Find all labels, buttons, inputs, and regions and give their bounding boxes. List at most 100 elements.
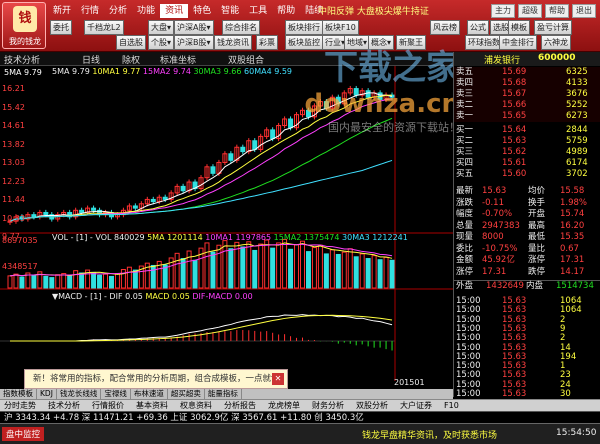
bid-price: 15.63 (502, 136, 527, 146)
window-control-2[interactable]: 帮助 (545, 4, 569, 18)
toolbar-button-19[interactable]: 公式 (467, 20, 489, 35)
tab-exright[interactable]: 除权 (122, 53, 140, 66)
app-logo[interactable]: 钱 我的钱龙 (2, 2, 46, 49)
toolbar-button-8[interactable]: 钱龙资讯 (214, 35, 252, 50)
volume-bar (103, 273, 109, 289)
logo-glyph: 钱 (13, 6, 37, 32)
indicator-tab-6[interactable]: 能量指标 (205, 389, 242, 399)
ask-row: 卖三 15.67 3676 (454, 89, 600, 100)
monitor-button[interactable]: 盘中监控 (2, 427, 45, 441)
legend-ma60: 60MA4 9.59 (244, 67, 293, 76)
toolbar-button-3[interactable]: 沪深A股▾ (174, 20, 214, 35)
indicator-tab-1[interactable]: KDJ (37, 389, 57, 399)
toolbar-button-1[interactable]: 千档龙L2 (84, 20, 124, 35)
price-legend-ma5: 5MA 9.79 (4, 68, 42, 77)
window-control-0[interactable]: 主力 (491, 4, 515, 18)
stat-value: 2947383 (482, 220, 520, 231)
stat-label: 委比 (456, 243, 474, 254)
volume-bar (97, 274, 103, 289)
menu-item-4[interactable]: 资讯 (160, 4, 189, 18)
menu-item-5[interactable]: 特色 (188, 4, 216, 18)
candle (180, 185, 186, 192)
bid-price: 15.61 (502, 158, 527, 168)
volume-bar (43, 275, 49, 289)
toolbar-button-11[interactable]: 板块F10 (322, 20, 359, 35)
volume-bar (79, 272, 85, 289)
candle (132, 205, 138, 209)
toolbar-button-2[interactable]: 大盘▾ (148, 20, 175, 35)
window-control-3[interactable]: 退出 (572, 4, 596, 18)
volume-bar (126, 266, 132, 289)
price-tick-5: 12.23 (2, 176, 25, 186)
candle (270, 129, 276, 140)
volume-bar (311, 247, 317, 289)
legend-vol-ma5: 5MA 1201114 (147, 233, 203, 242)
news-headline[interactable]: 中阳反弹 大盘极尖爆牛持证 (318, 4, 429, 17)
toolbar-button-18[interactable]: 环球指数 (465, 35, 503, 50)
stock-name: 浦发银行 (484, 56, 521, 66)
window-control-1[interactable]: 超级 (518, 4, 542, 18)
candle (305, 109, 311, 118)
toolbar-button-15[interactable]: 概念▾ (368, 35, 395, 50)
candle (79, 209, 85, 213)
stat-row: 涨停 17.31 跌停 14.17 (454, 267, 600, 278)
toolbar-button-6[interactable]: 自选股 (116, 35, 146, 50)
menu-item-3[interactable]: 功能 (132, 4, 160, 18)
tab-coordinate[interactable]: 标准坐标 (160, 53, 196, 66)
toolbar-button-21[interactable]: 模板 (508, 20, 530, 35)
toolbar-button-10[interactable]: 板块排行 (285, 20, 323, 35)
toolbar-button-14[interactable]: 地域▾ (344, 35, 371, 50)
toolbar-button-5[interactable]: 沪深B股▾ (174, 35, 214, 50)
close-icon[interactable]: ✕ (272, 373, 284, 385)
tab-technical[interactable]: 技术分析 (4, 53, 40, 66)
outer-label: 外盘 (456, 281, 474, 291)
stock-code: 600000 (538, 53, 576, 63)
ask-label: 卖四 (456, 78, 474, 88)
stat-label: 量比 (528, 243, 546, 254)
ma15-line (9, 98, 393, 222)
toolbar-button-0[interactable]: 委托 (50, 20, 72, 35)
toolbar-button-16[interactable]: 新聚王 (396, 35, 426, 50)
ask-volume: 5252 (566, 100, 588, 110)
volume-bar (347, 248, 353, 289)
toolbar-button-12[interactable]: 板块监控 (285, 35, 323, 50)
tab-daily[interactable]: 日线 (82, 53, 100, 66)
bid-row: 买二 15.63 5759 (454, 136, 600, 147)
menu-item-1[interactable]: 行情 (76, 4, 104, 18)
toolbar-button-4[interactable]: 个股▾ (148, 35, 175, 50)
menu-item-2[interactable]: 分析 (104, 4, 132, 18)
indicator-tab-3[interactable]: 宝禄线 (101, 389, 131, 399)
menu-item-0[interactable]: 新开 (48, 4, 76, 18)
indicator-tab-5[interactable]: 超买超卖 (168, 389, 205, 399)
ask-volume: 6325 (566, 67, 588, 77)
candle (43, 211, 49, 216)
indicator-tab-4[interactable]: 布林速道 (131, 389, 168, 399)
volume-bar (258, 243, 264, 289)
indicator-tab-2[interactable]: 钱龙长线线 (57, 389, 102, 399)
main-toolbar: 钱 我的钱龙 新开 行情 分析 功能 资讯 特色 智能 工具 帮助 陆续 中阳反弹 大盘极尖爆牛持… (0, 0, 600, 52)
tab-dual[interactable]: 双股组合 (228, 53, 264, 66)
volume-bar (276, 242, 282, 289)
stat-row: 金额 45.92亿 涨停 17.31 (454, 255, 600, 266)
menu-item-7[interactable]: 工具 (244, 4, 272, 18)
toolbar-button-22[interactable]: 盈亏计算 (534, 20, 572, 35)
menu-item-8[interactable]: 帮助 (272, 4, 300, 18)
volume-bar (192, 259, 198, 289)
toolbar-button-17[interactable]: 风云榜 (430, 20, 460, 35)
menu-item-6[interactable]: 智能 (216, 4, 244, 18)
toolbar-button-23[interactable]: 中金排行 (499, 35, 537, 50)
kline-chart[interactable]: 5MA 9.79 (0, 66, 453, 381)
volume-bar (150, 264, 156, 289)
toolbar-button-7[interactable]: 综合排名 (222, 20, 260, 35)
bid-label: 买五 (456, 169, 474, 179)
ask-volume: 3676 (566, 89, 588, 99)
volume-bar (240, 246, 246, 289)
status-news[interactable]: 钱龙早盘精华资讯，及时获悉市场 (362, 428, 497, 441)
indicator-tab-0[interactable]: 指数模板 (0, 389, 37, 399)
stat-label: 现量 (456, 232, 474, 242)
ask-price: 15.65 (502, 111, 527, 121)
toolbar-button-24[interactable]: 六神龙 (541, 35, 571, 50)
ask-label: 卖五 (456, 67, 474, 77)
toolbar-button-9[interactable]: 彩票 (256, 35, 278, 50)
legend-ma15: 15MA2 9.74 (142, 67, 191, 76)
